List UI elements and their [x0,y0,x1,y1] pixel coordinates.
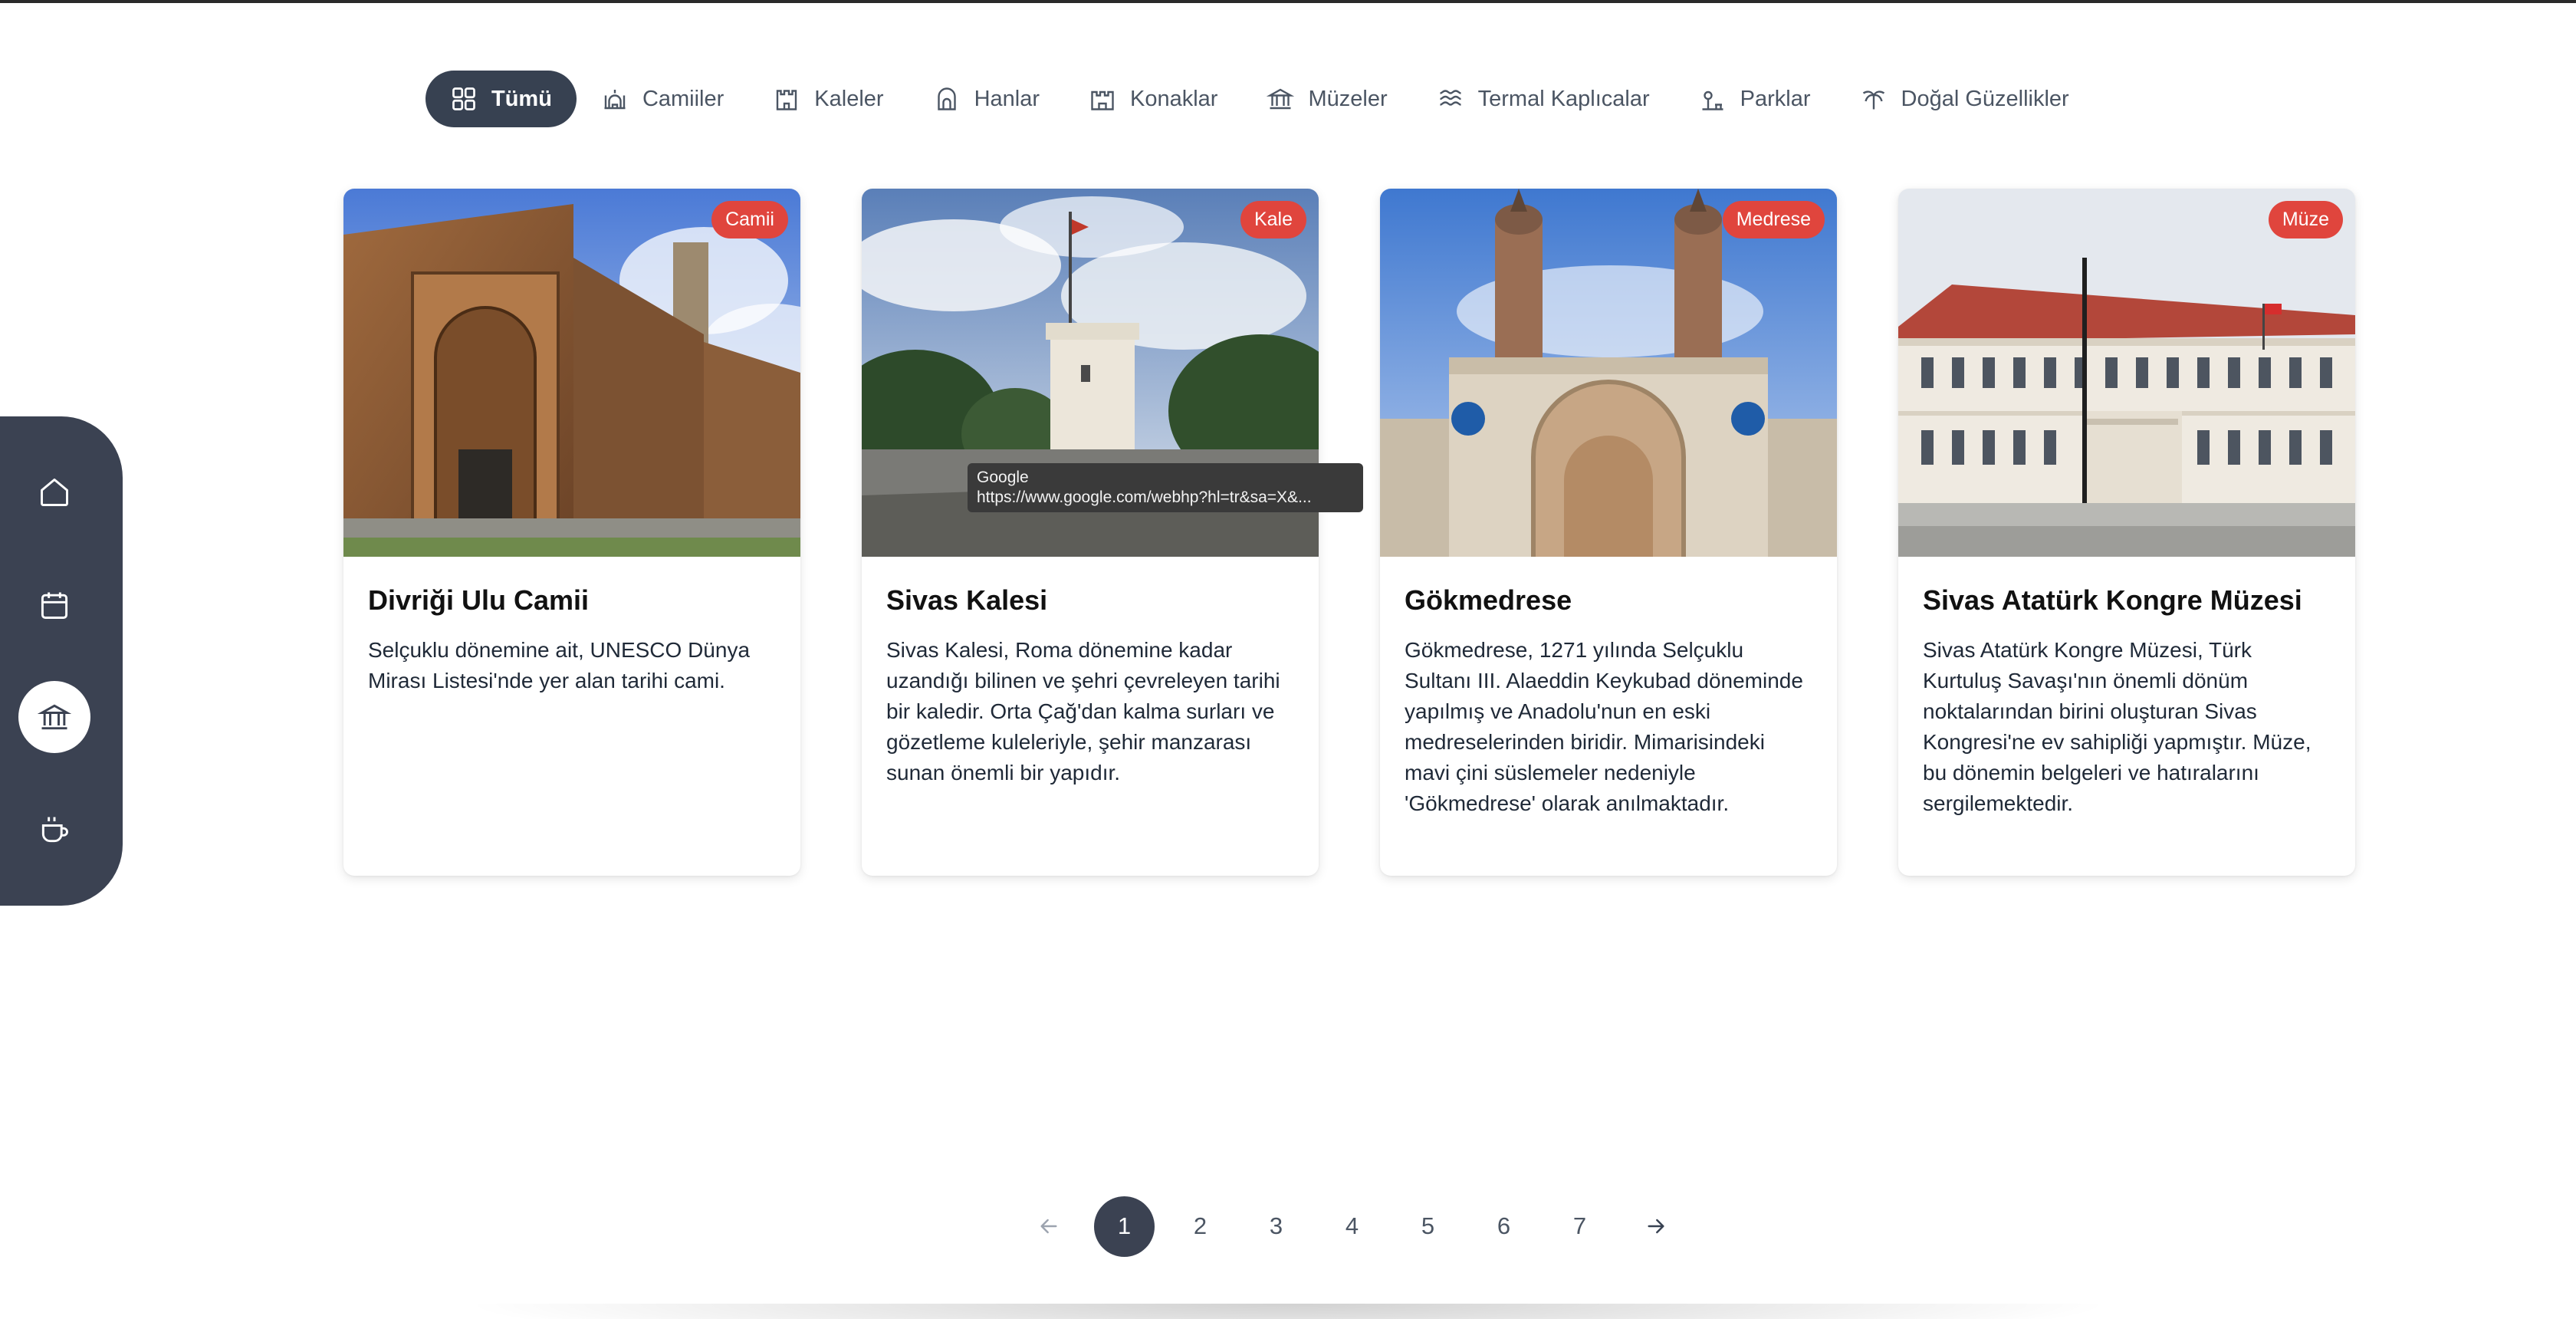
mansion-icon [1091,90,1114,110]
tab-natural-beauties[interactable]: Doğal Güzellikler [1835,71,2094,127]
next-page-button[interactable] [1625,1196,1686,1257]
palm-icon [1862,90,1884,110]
tab-label: Termal Kaplıcalar [1477,86,1650,111]
places-grid: Camii Divriği Ulu Camii Selçuklu dönemin… [343,189,2355,876]
tab-mansions[interactable]: Konaklar [1064,71,1242,127]
side-navigation [0,416,123,906]
tab-label: Kaleler [814,86,884,111]
pagination: 1 2 3 4 5 6 7 [1018,1196,1686,1257]
bottom-shadow [460,1304,2116,1319]
place-photo-divrigi: Camii [343,189,800,557]
link-tooltip: Google https://www.google.com/webhp?hl=t… [968,463,1363,512]
page-button[interactable]: 4 [1322,1196,1382,1257]
page-button[interactable]: 2 [1170,1196,1230,1257]
tab-all[interactable]: Tümü [426,71,577,127]
tab-label: Tümü [491,86,552,111]
page-button[interactable]: 3 [1246,1196,1306,1257]
grid-icon [452,87,475,110]
tab-label: Parklar [1740,86,1811,111]
place-title: Sivas Atatürk Kongre Müzesi [1923,584,2302,616]
place-description: Gökmedrese, 1271 yılında Selçuklu Sultan… [1405,638,1803,815]
nav-calendar-button[interactable] [18,569,90,641]
waves-icon [1439,90,1461,106]
place-description: Sivas Kalesi, Roma dönemine kadar uzandı… [886,638,1280,784]
tab-label: Müzeler [1308,86,1388,111]
place-card[interactable]: Camii Divriği Ulu Camii Selçuklu dönemin… [343,189,800,876]
tab-thermal-springs[interactable]: Termal Kaplıcalar [1412,71,1674,127]
place-card[interactable]: Medrese Gökmedrese Gökmedrese, 1271 yılı… [1380,189,1837,876]
tab-castles[interactable]: Kaleler [748,71,908,127]
park-icon [1702,90,1723,110]
place-title: Sivas Kalesi [886,584,1048,616]
category-badge: Kale [1240,201,1306,238]
nav-museum-button[interactable] [18,681,90,754]
tab-museums[interactable]: Müzeler [1242,71,1411,127]
tab-parks[interactable]: Parklar [1674,71,1835,127]
place-photo-kongre-muzesi: Müze [1898,189,2355,557]
museum-icon [38,704,71,730]
place-description: Sivas Atatürk Kongre Müzesi, Türk Kurtul… [1923,638,2312,815]
nav-cafe-button[interactable] [18,794,90,866]
tab-mosques[interactable]: Camiiler [577,71,748,127]
inn-icon [937,87,956,110]
category-badge: Müze [2268,201,2343,238]
tab-label: Doğal Güzellikler [1901,86,2069,111]
arrow-left-icon [1040,1219,1057,1234]
castle-icon [777,90,797,110]
page-button[interactable]: 5 [1398,1196,1458,1257]
place-photo-gokmedrese: Medrese [1380,189,1837,557]
home-icon [41,479,68,507]
place-title: Gökmedrese [1405,584,1572,616]
place-description: Selçuklu dönemine ait, UNESCO Dünya Mira… [368,638,751,692]
mosque-icon [604,90,626,110]
tab-label: Konaklar [1130,86,1218,111]
museum-icon [1267,88,1295,110]
category-badge: Camii [711,201,788,238]
prev-page-button[interactable] [1018,1196,1079,1257]
tooltip-title: Google [977,469,1029,486]
coffee-icon [41,817,68,842]
tooltip-url: https://www.google.com/webhp?hl=tr&sa=X&… [977,488,1312,506]
arrow-right-icon [1647,1219,1664,1234]
place-card[interactable]: Müze Sivas Atatürk Kongre Müzesi Sivas A… [1898,189,2355,876]
category-badge: Medrese [1722,201,1825,238]
page-button[interactable]: 1 [1094,1196,1155,1257]
tab-label: Hanlar [974,86,1040,111]
place-card[interactable]: Kale Sivas Kalesi Sivas Kalesi, Roma dön… [862,189,1319,876]
window-top-border [0,0,2576,3]
nav-home-button[interactable] [18,456,90,528]
place-title: Divriği Ulu Camii [368,584,590,616]
calendar-icon [41,592,68,619]
page-button[interactable]: 6 [1474,1196,1534,1257]
tab-inns[interactable]: Hanlar [909,71,1064,127]
category-filter-tabs: Tümü Camiiler Kaleler Hanlar Konaklar Mü… [426,71,2094,127]
tab-label: Camiiler [642,86,724,111]
page-button[interactable]: 7 [1549,1196,1610,1257]
